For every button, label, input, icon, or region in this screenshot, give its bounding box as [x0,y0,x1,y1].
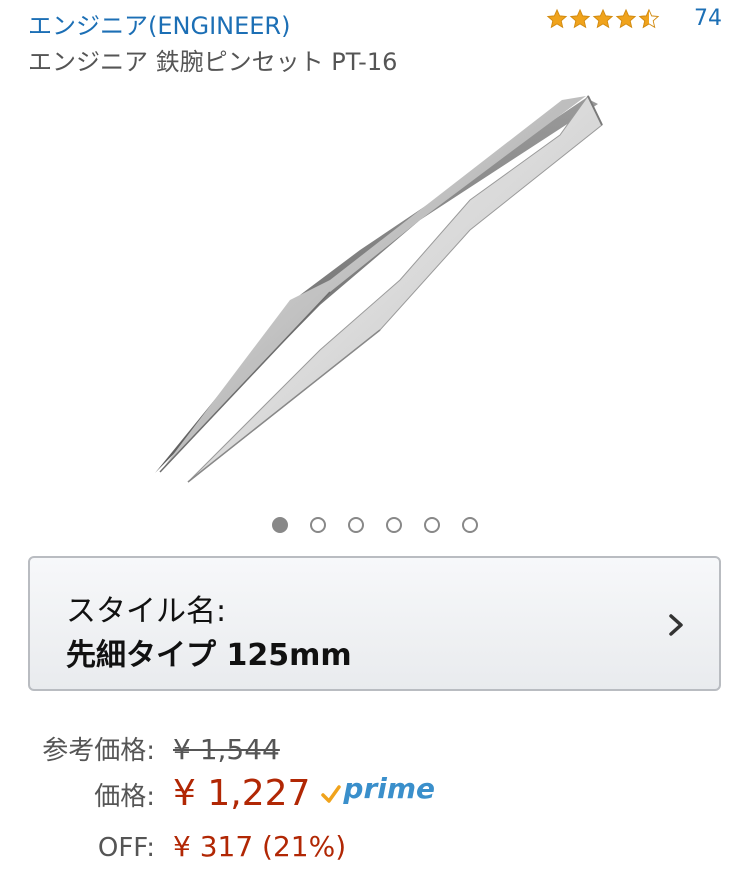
rating[interactable]: 74 [546,6,722,31]
tweezers-image [155,95,603,483]
star-icon [546,8,568,28]
style-label: スタイル名: [66,594,227,629]
star-rating [546,8,660,30]
list-price-label: 参考価格: [42,736,155,766]
style-value: 先細タイプ 125mm [66,638,352,673]
prime-check-icon [321,785,342,803]
price-label: 価格: [94,782,155,812]
off-label: OFF: [97,833,155,863]
off-value: ¥ 317 (21%) [173,830,347,863]
product-title: エンジニア 鉄腕ピンセット PT-16 [28,48,398,76]
price-value: ¥ 1,227 [173,773,311,814]
carousel-dot[interactable] [348,517,364,533]
carousel-dot[interactable] [386,517,402,533]
carousel-dot[interactable] [310,517,326,533]
brand-link[interactable]: エンジニア(ENGINEER) [28,6,290,41]
star-icon [569,8,591,28]
off-row: OFF: ¥ 317 (21%) [0,830,346,863]
carousel-dot[interactable] [462,517,478,533]
style-selector-button[interactable]: スタイル名: 先細タイプ 125mm [28,556,721,691]
star-icon [615,8,637,28]
product-image[interactable] [0,80,750,500]
chevron-right-icon [669,614,683,636]
review-count[interactable]: 74 [694,6,722,31]
list-price-row: 参考価格: ¥ 1,544 [0,730,280,767]
carousel-dot-active[interactable] [272,517,288,533]
price-row: 価格: ¥ 1,227 prime [0,772,435,814]
list-price-value: ¥ 1,544 [173,733,280,766]
carousel-indicator[interactable] [0,517,750,533]
half-star-icon [638,8,660,28]
prime-badge: prime [320,772,435,805]
prime-label: prime [343,772,436,805]
star-icon [592,8,614,28]
carousel-dot[interactable] [424,517,440,533]
